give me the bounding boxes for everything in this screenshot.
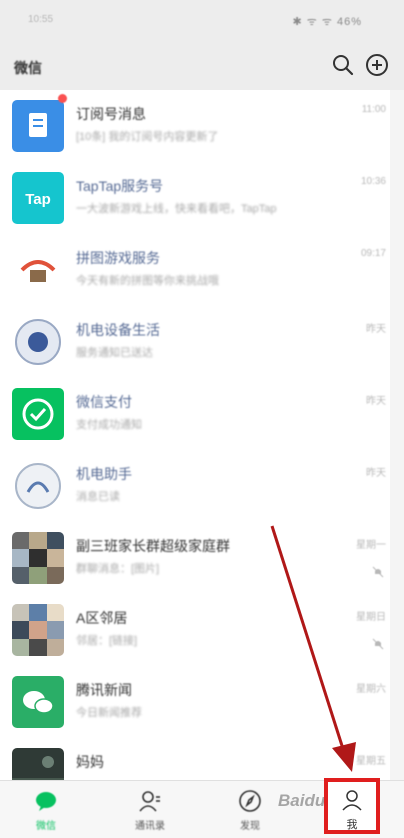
chat-name: TapTap服务号	[76, 178, 164, 194]
taptap-avatar: Tap	[12, 172, 64, 224]
chat-list[interactable]: 订阅号消息 [10条] 我的订阅号内容更新了 11:00 Tap TapTap服…	[0, 90, 390, 780]
chat-row-2[interactable]: 拼图游戏服务 今天有新的拼图等你来挑战哦 09:17	[0, 234, 390, 306]
chat-time: 09:17	[360, 248, 386, 259]
tab-chats[interactable]: 微信	[6, 781, 86, 838]
group-avatar	[12, 532, 64, 584]
mute-bell-icon	[372, 638, 384, 650]
status-icons: ✱ ᯤ ᯤ 46%	[292, 16, 362, 28]
compass-icon	[239, 790, 261, 812]
chat-time: 10:36	[360, 176, 386, 187]
tab-label: 发现	[240, 821, 260, 832]
chat-name: 副三班家长群超级家庭群	[76, 538, 230, 554]
chat-name: 妈妈	[76, 754, 104, 770]
chat-row-7[interactable]: A区邻居 邻居：[链接] 星期日	[0, 594, 390, 666]
tab-me[interactable]: 我	[324, 778, 380, 834]
chat-name: 拼图游戏服务	[76, 250, 160, 266]
document-icon	[29, 113, 47, 137]
tab-label: 通讯录	[135, 821, 165, 832]
contacts-icon	[139, 791, 160, 812]
chat-name: 腾讯新闻	[76, 682, 132, 698]
emblem-icon	[15, 463, 61, 509]
group-photo-icon	[12, 604, 64, 656]
svg-text:Tap: Tap	[25, 191, 51, 208]
chat-name: 机电设备生活	[76, 322, 160, 338]
contact-avatar	[12, 748, 64, 780]
chat-time: 11:00	[361, 104, 386, 115]
service-avatar	[12, 316, 64, 368]
chat-time: 星期一	[356, 540, 386, 551]
chat-preview: 服务通知已送达	[76, 347, 153, 359]
chat-time: 星期五	[356, 756, 386, 767]
emblem-icon	[15, 319, 61, 365]
chat-bubble-icon	[36, 792, 56, 811]
chat-time: 昨天	[366, 324, 386, 335]
chat-time: 昨天	[366, 468, 386, 479]
chat-name: 订阅号消息	[76, 106, 146, 122]
status-bar: 10:55 ✱ ᯤ ᯤ 46%	[0, 0, 404, 44]
news-avatar	[12, 676, 64, 728]
person-icon	[342, 790, 362, 811]
subscription-avatar	[12, 100, 64, 152]
tab-label: 我	[346, 819, 358, 831]
chat-time: 星期日	[356, 612, 386, 623]
chat-row-5[interactable]: 机电助手 消息已读 昨天	[0, 450, 390, 522]
chat-row-3[interactable]: 机电设备生活 服务通知已送达 昨天	[0, 306, 390, 378]
page-title: 微信	[14, 60, 42, 76]
unread-badge	[58, 94, 67, 103]
chat-preview: 群聊消息：[图片]	[76, 563, 160, 575]
scroll-area-edge	[390, 90, 404, 780]
chat-row-1[interactable]: Tap TapTap服务号 一大波新游戏上线，快来看看吧，TapTap 10:3…	[0, 162, 390, 234]
chat-row-8[interactable]: 腾讯新闻 今日新闻推荐 星期六	[0, 666, 390, 738]
puzzle-avatar	[12, 244, 64, 296]
chat-preview: 支付成功通知	[76, 419, 142, 431]
tab-contacts[interactable]: 通讯录	[110, 781, 190, 838]
wechat-pay-avatar	[12, 388, 64, 440]
chat-preview: 邻居：[链接]	[76, 635, 138, 647]
chat-preview: 一大波新游戏上线，快来看看吧，TapTap	[76, 203, 277, 215]
search-icon[interactable]	[330, 52, 356, 78]
chat-name: A区邻居	[76, 610, 128, 626]
puzzle-logo-icon	[20, 260, 56, 282]
chat-preview: [10条] 我的订阅号内容更新了	[76, 131, 219, 143]
chat-preview: 今天有新的拼图等你来挑战哦	[76, 275, 219, 287]
chat-name: 微信支付	[76, 394, 132, 410]
group-photo-icon	[12, 532, 64, 584]
chat-row-6[interactable]: 副三班家长群超级家庭群 群聊消息：[图片] 星期一	[0, 522, 390, 594]
chat-name: 机电助手	[76, 466, 132, 482]
top-header: 微信	[0, 44, 404, 90]
chat-preview: 消息已读	[76, 491, 120, 503]
assistant-avatar	[12, 460, 64, 512]
chat-row-9[interactable]: 妈妈 星期五	[0, 738, 390, 780]
chat-time: 星期六	[356, 684, 386, 695]
chat-preview: 今日新闻推荐	[76, 707, 142, 719]
taptap-logo-icon: Tap	[25, 191, 51, 208]
chat-bubbles-icon	[23, 691, 54, 714]
mute-bell-icon	[372, 566, 384, 578]
pay-icon	[22, 398, 54, 430]
tab-label: 微信	[36, 821, 56, 832]
chat-time: 昨天	[366, 396, 386, 407]
group-avatar	[12, 604, 64, 656]
chat-row-0[interactable]: 订阅号消息 [10条] 我的订阅号内容更新了 11:00	[0, 90, 390, 162]
add-circle-icon[interactable]	[364, 52, 390, 78]
chat-row-4[interactable]: 微信支付 支付成功通知 昨天	[0, 378, 390, 450]
photo-icon	[12, 756, 64, 780]
